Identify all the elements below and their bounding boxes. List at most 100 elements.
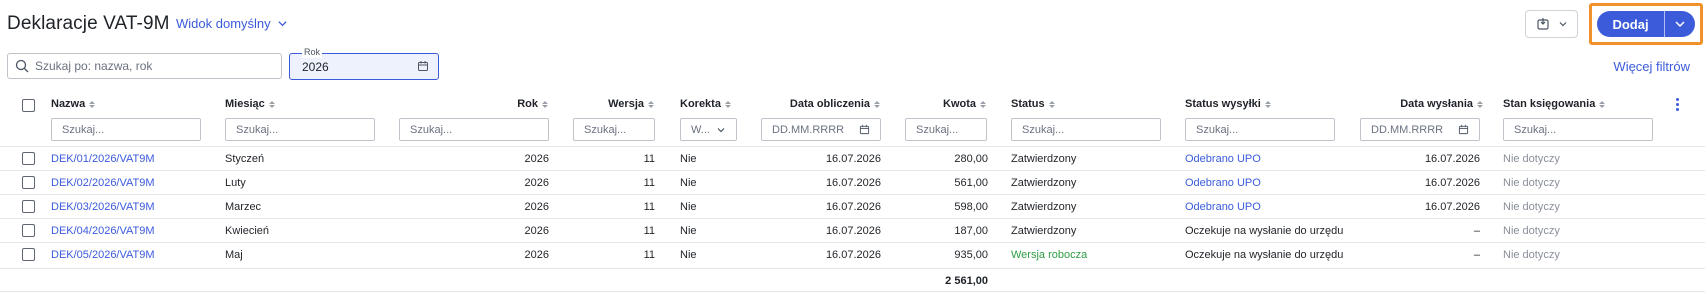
calendar-icon[interactable] bbox=[417, 60, 429, 72]
cell-calc-date: 16.07.2026 bbox=[825, 249, 881, 261]
row-checkbox[interactable] bbox=[22, 248, 35, 261]
chevron-down-icon bbox=[1559, 22, 1566, 27]
chevron-down-icon bbox=[278, 21, 287, 27]
cell-send-status[interactable]: Odebrano UPO bbox=[1185, 177, 1261, 189]
cell-month: Marzec bbox=[225, 201, 262, 213]
cell-status: Zatwierdzony bbox=[1011, 177, 1077, 189]
export-icon bbox=[1536, 18, 1549, 30]
column-header-send-status[interactable]: Status wysyłki bbox=[1185, 98, 1271, 110]
column-header-send-date[interactable]: Data wysłania bbox=[1380, 98, 1483, 110]
cell-amount: 935,00 bbox=[954, 249, 988, 261]
filter-calc-date-input[interactable]: DD.MM.RRRR bbox=[761, 118, 881, 141]
cell-correction: Nie bbox=[680, 225, 697, 237]
declaration-name-link[interactable]: DEK/01/2026/VAT9M bbox=[51, 153, 155, 165]
sort-icon bbox=[874, 100, 880, 108]
cell-month: Luty bbox=[225, 177, 246, 189]
cell-version: 11 bbox=[643, 201, 655, 213]
filter-send-date-input[interactable]: DD.MM.RRRR bbox=[1360, 118, 1480, 141]
search-icon bbox=[15, 59, 29, 73]
cell-booking: Nie dotyczy bbox=[1503, 201, 1560, 213]
cell-send-status[interactable]: Odebrano UPO bbox=[1185, 201, 1261, 213]
filter-amount-input[interactable]: Szukaj... bbox=[905, 118, 987, 141]
column-header-correction[interactable]: Korekta bbox=[680, 98, 731, 110]
view-selector[interactable]: Widok domyślny bbox=[176, 16, 288, 31]
column-header-calc-date[interactable]: Data obliczenia bbox=[760, 98, 880, 110]
column-header-version[interactable]: Wersja bbox=[580, 98, 654, 110]
table-row[interactable]: DEK/01/2026/VAT9M Styczeń 2026 11 Nie 16… bbox=[0, 146, 1705, 170]
add-button-highlight: Dodaj bbox=[1589, 3, 1703, 45]
column-header-month[interactable]: Miesiąc bbox=[225, 98, 275, 110]
filter-send-status-input[interactable]: Szukaj... bbox=[1185, 118, 1335, 141]
cell-amount: 280,00 bbox=[954, 153, 988, 165]
column-header-year[interactable]: Rok bbox=[470, 98, 548, 110]
sort-icon bbox=[542, 100, 548, 108]
column-header-booking[interactable]: Stan księgowania bbox=[1503, 98, 1606, 110]
cell-correction: Nie bbox=[680, 249, 697, 261]
add-options-button[interactable] bbox=[1665, 11, 1695, 37]
cell-status: Wersja robocza bbox=[1011, 249, 1088, 261]
cell-version: 11 bbox=[643, 153, 655, 165]
filter-status-input[interactable]: Szukaj... bbox=[1011, 118, 1161, 141]
filter-month-input[interactable]: Szukaj... bbox=[225, 118, 375, 141]
cell-version: 11 bbox=[643, 177, 655, 189]
cell-calc-date: 16.07.2026 bbox=[825, 225, 881, 237]
declaration-name-link[interactable]: DEK/02/2026/VAT9M bbox=[51, 177, 155, 189]
table-row[interactable]: DEK/02/2026/VAT9M Luty 2026 11 Nie 16.07… bbox=[0, 170, 1705, 194]
cell-year: 2026 bbox=[524, 201, 549, 213]
cell-month: Kwiecień bbox=[225, 225, 270, 237]
cell-send-date: 16.07.2026 bbox=[1424, 201, 1480, 213]
cell-send-date: 16.07.2026 bbox=[1424, 153, 1480, 165]
cell-calc-date: 16.07.2026 bbox=[825, 201, 881, 213]
sort-icon bbox=[724, 100, 731, 108]
page-title: Deklaracje VAT-9M bbox=[7, 13, 170, 34]
declaration-name-link[interactable]: DEK/04/2026/VAT9M bbox=[51, 225, 155, 237]
cell-month: Maj bbox=[225, 249, 243, 261]
table-row[interactable]: DEK/04/2026/VAT9M Kwiecień 2026 11 Nie 1… bbox=[0, 218, 1705, 242]
declaration-name-link[interactable]: DEK/03/2026/VAT9M bbox=[51, 201, 155, 213]
cell-calc-date: 16.07.2026 bbox=[825, 153, 881, 165]
cell-month: Styczeń bbox=[225, 153, 265, 165]
cell-version: 11 bbox=[643, 249, 655, 261]
calendar-icon bbox=[859, 124, 870, 135]
column-header-name[interactable]: Nazwa bbox=[51, 98, 96, 110]
cell-booking: Nie dotyczy bbox=[1503, 225, 1560, 237]
sort-icon bbox=[980, 100, 986, 108]
filter-year-input[interactable]: Szukaj... bbox=[399, 118, 549, 141]
export-button[interactable] bbox=[1525, 10, 1578, 38]
column-options-icon[interactable] bbox=[1676, 98, 1679, 111]
more-filters-link[interactable]: Więcej filtrów bbox=[1613, 59, 1690, 74]
cell-status: Zatwierdzony bbox=[1011, 201, 1077, 213]
sort-icon bbox=[268, 100, 275, 108]
select-all-checkbox[interactable] bbox=[22, 99, 35, 112]
cell-send-status: Oczekuje na wysłanie do urzędu bbox=[1185, 249, 1344, 261]
filter-name-input[interactable]: Szukaj... bbox=[51, 118, 201, 141]
cell-send-date: – bbox=[1473, 225, 1480, 237]
table-row[interactable]: DEK/05/2026/VAT9M Maj 2026 11 Nie 16.07.… bbox=[0, 242, 1705, 266]
filter-version-input[interactable]: Szukaj... bbox=[573, 118, 655, 141]
filter-correction-select[interactable]: W... bbox=[680, 118, 737, 141]
calendar-icon bbox=[1458, 124, 1469, 135]
declaration-name-link[interactable]: DEK/05/2026/VAT9M bbox=[51, 249, 155, 261]
year-filter[interactable]: Rok 2026 bbox=[289, 47, 439, 80]
cell-year: 2026 bbox=[524, 153, 549, 165]
row-checkbox[interactable] bbox=[22, 200, 35, 213]
column-header-amount[interactable]: Kwota bbox=[900, 98, 986, 110]
year-filter-value: 2026 bbox=[302, 60, 329, 74]
chevron-down-icon bbox=[1675, 21, 1685, 28]
column-header-status[interactable]: Status bbox=[1011, 98, 1055, 110]
table-row[interactable]: DEK/03/2026/VAT9M Marzec 2026 11 Nie 16.… bbox=[0, 194, 1705, 218]
row-checkbox[interactable] bbox=[22, 224, 35, 237]
cell-booking: Nie dotyczy bbox=[1503, 153, 1560, 165]
cell-amount: 187,00 bbox=[954, 225, 988, 237]
row-checkbox[interactable] bbox=[22, 176, 35, 189]
search-input[interactable]: Szukaj po: nazwa, rok bbox=[7, 53, 282, 79]
cell-send-status[interactable]: Odebrano UPO bbox=[1185, 153, 1261, 165]
table-summary-row: 2 561,00 bbox=[0, 268, 1705, 292]
cell-correction: Nie bbox=[680, 177, 697, 189]
cell-send-status: Oczekuje na wysłanie do urzędu bbox=[1185, 225, 1344, 237]
sort-icon bbox=[1048, 100, 1055, 108]
add-button[interactable]: Dodaj bbox=[1597, 11, 1665, 37]
row-checkbox[interactable] bbox=[22, 152, 35, 165]
sort-icon bbox=[89, 100, 96, 108]
filter-booking-input[interactable]: Szukaj... bbox=[1503, 118, 1653, 141]
